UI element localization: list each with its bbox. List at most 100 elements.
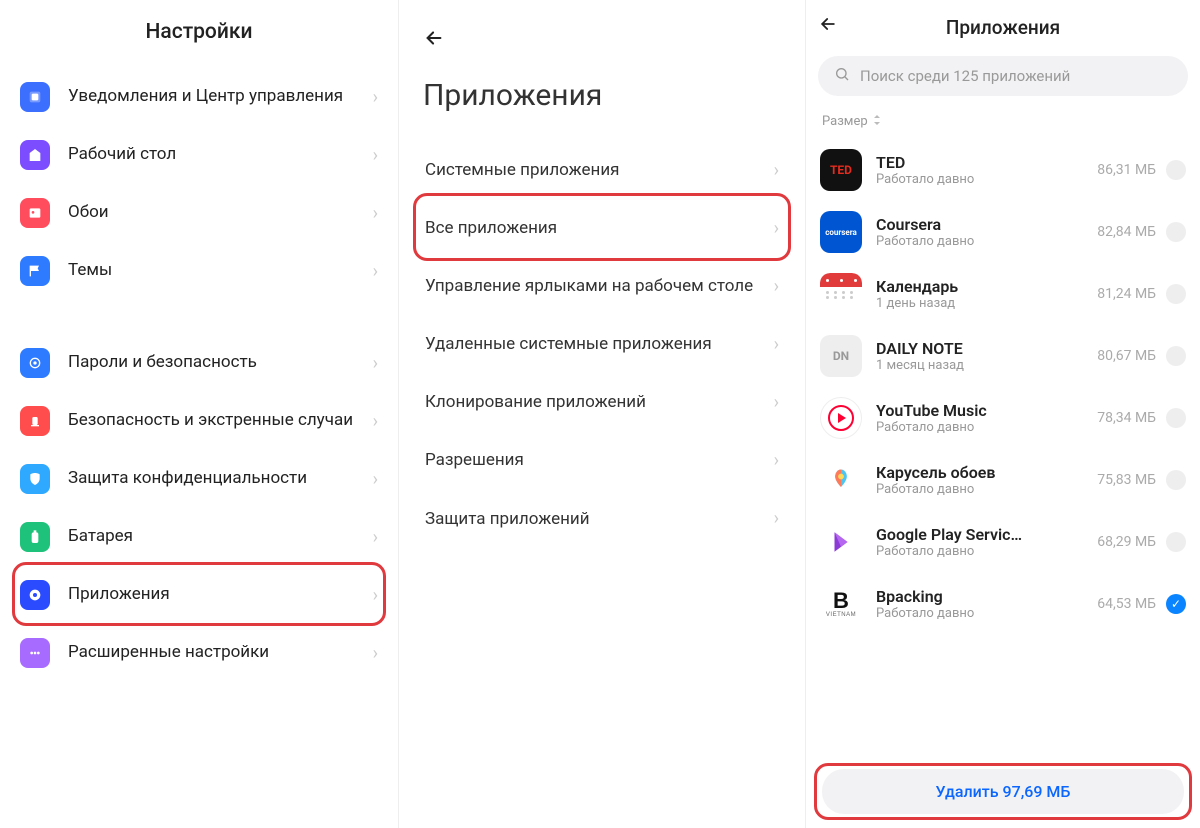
settings-row-label: Обои bbox=[68, 202, 373, 223]
apps-menu-panel: Приложения Системные приложения ›Все при… bbox=[398, 0, 805, 828]
settings-row-icon bbox=[20, 464, 50, 494]
settings-row-label: Защита конфиденциальности bbox=[68, 468, 373, 489]
app-row[interactable]: Карусель обоев Работало давно 75,83 МБ bbox=[818, 449, 1188, 511]
apps-menu-label: Разрешения bbox=[425, 449, 774, 471]
apps-list-panel: Приложения Поиск среди 125 приложений Ра… bbox=[805, 0, 1200, 828]
apps-menu-row[interactable]: Удаленные системные приложения › bbox=[417, 315, 787, 373]
app-size: 86,31 МБ bbox=[1097, 162, 1156, 178]
settings-row[interactable]: Уведомления и Центр управления › bbox=[14, 68, 384, 126]
app-checkbox[interactable] bbox=[1166, 284, 1186, 304]
back-button[interactable] bbox=[423, 26, 787, 56]
app-name: Карусель обоев bbox=[876, 463, 1097, 482]
chevron-right-icon: › bbox=[774, 334, 779, 355]
app-icon bbox=[820, 459, 862, 501]
settings-row-label: Темы bbox=[68, 260, 373, 281]
back-button[interactable] bbox=[818, 14, 848, 40]
search-input[interactable]: Поиск среди 125 приложений bbox=[818, 56, 1188, 96]
app-size: 81,24 МБ bbox=[1097, 286, 1156, 302]
apps-menu-label: Системные приложения bbox=[425, 159, 774, 181]
chevron-right-icon: › bbox=[373, 353, 378, 374]
apps-menu-row[interactable]: Разрешения › bbox=[417, 431, 787, 489]
settings-row[interactable]: Защита конфиденциальности › bbox=[14, 450, 384, 508]
apps-menu-row[interactable]: Системные приложения › bbox=[417, 141, 787, 199]
app-icon bbox=[820, 397, 862, 439]
settings-row-label: Безопасность и экстренные случаи bbox=[68, 410, 373, 431]
app-subtext: 1 месяц назад bbox=[876, 358, 1097, 373]
chevron-right-icon: › bbox=[774, 160, 779, 181]
app-checkbox[interactable] bbox=[1166, 532, 1186, 552]
apps-menu-label: Защита приложений bbox=[425, 508, 774, 530]
settings-row[interactable]: Обои › bbox=[14, 184, 384, 242]
settings-row-icon bbox=[20, 638, 50, 668]
app-row[interactable]: YouTube Music Работало давно 78,34 МБ bbox=[818, 387, 1188, 449]
app-size: 78,34 МБ bbox=[1097, 410, 1156, 426]
settings-row-icon bbox=[20, 406, 50, 436]
chevron-right-icon: › bbox=[774, 450, 779, 471]
app-subtext: Работало давно bbox=[876, 234, 1097, 249]
chevron-right-icon: › bbox=[373, 527, 378, 548]
highlight-annotation bbox=[814, 763, 1192, 820]
app-checkbox[interactable] bbox=[1166, 470, 1186, 490]
app-row[interactable]: Календарь 1 день назад 81,24 МБ bbox=[818, 263, 1188, 325]
app-row[interactable]: B VIETNAM Bpacking Работало давно 64,53 … bbox=[818, 573, 1188, 635]
app-row[interactable]: coursera Coursera Работало давно 82,84 М… bbox=[818, 201, 1188, 263]
app-row[interactable]: Google Play Servic… Работало давно 68,29… bbox=[818, 511, 1188, 573]
chevron-right-icon: › bbox=[373, 203, 378, 224]
apps-menu-row[interactable]: Управление ярлыками на рабочем столе › bbox=[417, 257, 787, 315]
chevron-right-icon: › bbox=[774, 276, 779, 297]
chevron-right-icon: › bbox=[774, 508, 779, 529]
app-checkbox[interactable] bbox=[1166, 408, 1186, 428]
search-placeholder: Поиск среди 125 приложений bbox=[860, 67, 1070, 85]
settings-row-label: Расширенные настройки bbox=[68, 642, 373, 663]
app-icon bbox=[820, 521, 862, 563]
app-checkbox[interactable]: ✓ bbox=[1166, 594, 1186, 614]
chevron-right-icon: › bbox=[373, 643, 378, 664]
apps-menu-title: Приложения bbox=[423, 78, 787, 113]
app-checkbox[interactable] bbox=[1166, 222, 1186, 242]
settings-row[interactable]: Темы › bbox=[14, 242, 384, 300]
sort-icon bbox=[872, 114, 882, 129]
app-icon: DN bbox=[820, 335, 862, 377]
app-name: YouTube Music bbox=[876, 401, 1097, 420]
app-name: Bpacking bbox=[876, 587, 1097, 606]
app-subtext: Работало давно bbox=[876, 482, 1097, 497]
settings-row[interactable]: Расширенные настройки › bbox=[14, 624, 384, 682]
settings-row[interactable]: Безопасность и экстренные случаи › bbox=[14, 392, 384, 450]
app-icon bbox=[820, 273, 862, 315]
app-size: 80,67 МБ bbox=[1097, 348, 1156, 364]
app-subtext: Работало давно bbox=[876, 420, 1097, 435]
app-subtext: Работало давно bbox=[876, 172, 1097, 187]
settings-title: Настройки bbox=[14, 20, 384, 44]
app-subtext: 1 день назад bbox=[876, 296, 1097, 311]
apps-menu-row[interactable]: Клонирование приложений › bbox=[417, 373, 787, 431]
settings-row-icon bbox=[20, 198, 50, 228]
app-name: Google Play Servic… bbox=[876, 525, 1097, 544]
chevron-right-icon: › bbox=[373, 261, 378, 282]
app-row[interactable]: DN DAILY NOTE 1 месяц назад 80,67 МБ bbox=[818, 325, 1188, 387]
chevron-right-icon: › bbox=[774, 392, 779, 413]
settings-row-icon bbox=[20, 348, 50, 378]
chevron-right-icon: › bbox=[373, 411, 378, 432]
app-subtext: Работало давно bbox=[876, 544, 1097, 559]
app-checkbox[interactable] bbox=[1166, 346, 1186, 366]
app-name: Coursera bbox=[876, 215, 1097, 234]
app-name: DAILY NOTE bbox=[876, 339, 1097, 358]
app-row[interactable]: TED TED Работало давно 86,31 МБ bbox=[818, 139, 1188, 201]
apps-menu-label: Клонирование приложений bbox=[425, 391, 774, 413]
app-checkbox[interactable] bbox=[1166, 160, 1186, 180]
chevron-right-icon: › bbox=[373, 145, 378, 166]
app-size: 64,53 МБ bbox=[1097, 596, 1156, 612]
settings-panel: Настройки Уведомления и Центр управления… bbox=[0, 0, 398, 828]
app-name: TED bbox=[876, 153, 1097, 172]
chevron-right-icon: › bbox=[373, 469, 378, 490]
settings-row[interactable]: Батарея › bbox=[14, 508, 384, 566]
settings-row-label: Уведомления и Центр управления bbox=[68, 86, 373, 107]
apps-menu-label: Управление ярлыками на рабочем столе bbox=[425, 275, 774, 297]
app-size: 68,29 МБ bbox=[1097, 534, 1156, 550]
apps-menu-row[interactable]: Защита приложений › bbox=[417, 490, 787, 548]
app-name: Календарь bbox=[876, 277, 1097, 296]
settings-row[interactable]: Пароли и безопасность › bbox=[14, 334, 384, 392]
sort-selector[interactable]: Размер bbox=[818, 110, 1188, 139]
settings-row[interactable]: Рабочий стол › bbox=[14, 126, 384, 184]
apps-menu-label: Удаленные системные приложения bbox=[425, 333, 774, 355]
